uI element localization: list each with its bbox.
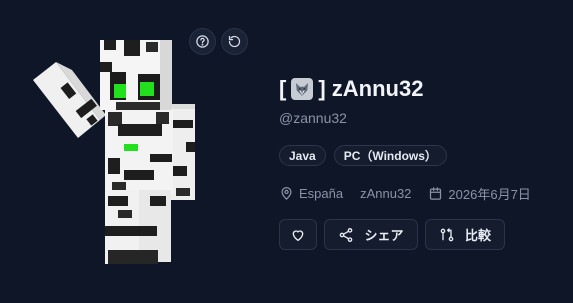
meta-username: zAnnu32 bbox=[360, 186, 411, 201]
share-button[interactable]: シェア bbox=[324, 219, 418, 250]
rotate-ccw-icon bbox=[228, 35, 241, 48]
heart-icon bbox=[292, 229, 304, 241]
reset-view-button[interactable] bbox=[221, 28, 248, 55]
profile-actions: シェア 比較 bbox=[279, 219, 505, 250]
meta-location: España bbox=[279, 186, 343, 201]
skin-viewer[interactable] bbox=[0, 0, 260, 303]
compare-button[interactable]: 比較 bbox=[425, 219, 505, 250]
share-icon bbox=[340, 227, 353, 242]
compare-label: 比較 bbox=[464, 229, 491, 244]
tag-platform[interactable]: PC（Windows） bbox=[333, 145, 447, 166]
tag-edition[interactable]: Java bbox=[279, 145, 326, 166]
name-prefix: [ bbox=[279, 76, 287, 101]
compare-icon bbox=[440, 227, 454, 241]
share-label: シェア bbox=[364, 229, 404, 244]
skin-legs bbox=[105, 190, 171, 264]
meta-date: 2026年6月7日 bbox=[428, 184, 531, 203]
skin-right-arm bbox=[33, 62, 106, 138]
username-text: zAnnu32 bbox=[360, 186, 412, 201]
profile-meta: España zAnnu32 2026年6月7日 bbox=[279, 184, 548, 203]
profile-name: [ ] zAnnu32 bbox=[279, 76, 423, 102]
name-text: ] zAnnu32 bbox=[318, 76, 424, 101]
tag-list: Java PC（Windows） bbox=[279, 145, 447, 166]
wolf-icon bbox=[291, 78, 314, 100]
skin-head bbox=[100, 40, 172, 110]
skin-torso bbox=[105, 108, 173, 194]
like-button[interactable] bbox=[279, 219, 317, 250]
help-button[interactable] bbox=[189, 28, 216, 55]
calendar-icon bbox=[430, 187, 442, 200]
map-pin-icon bbox=[281, 186, 292, 200]
question-circle-icon bbox=[196, 35, 209, 48]
profile-handle: @zannu32 bbox=[279, 110, 347, 126]
date-text: 2026年6月7日 bbox=[448, 187, 531, 202]
profile-info: [ ] zAnnu32 @zannu32 Java PC（Windows） Es… bbox=[279, 0, 573, 303]
location-text: España bbox=[299, 186, 344, 201]
